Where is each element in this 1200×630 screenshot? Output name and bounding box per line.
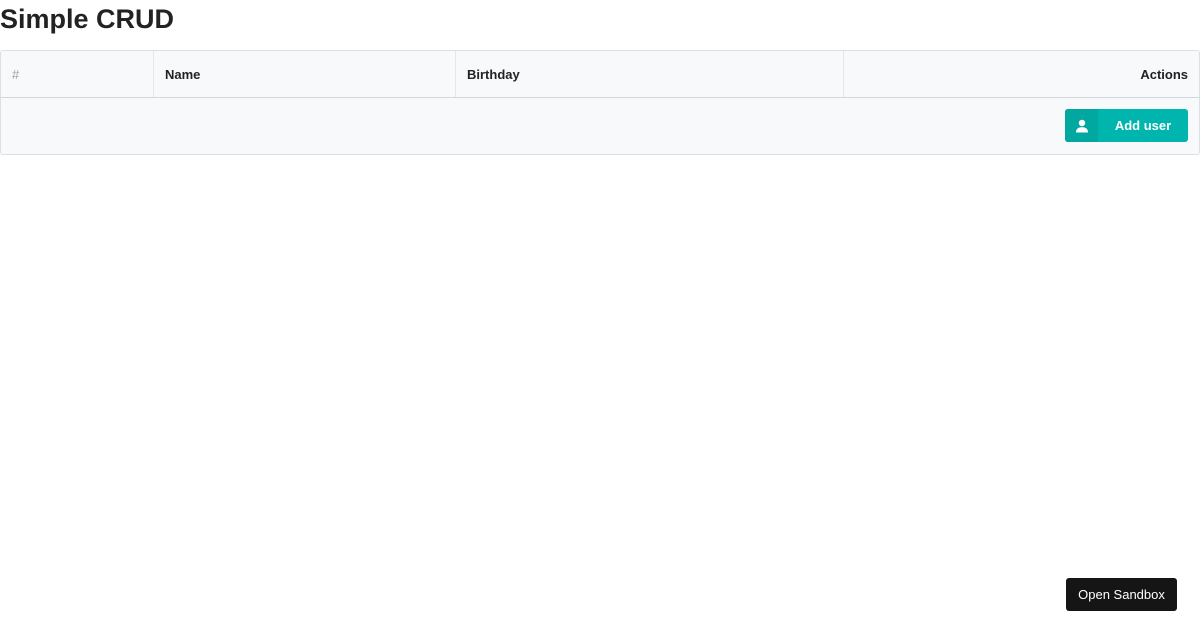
column-header-name[interactable]: Name xyxy=(153,51,456,98)
table-header-row: # Name Birthday Actions xyxy=(1,51,1199,98)
column-header-actions: Actions xyxy=(843,51,1199,98)
page: Simple CRUD # Name Birthday Actions Add … xyxy=(0,0,1200,630)
column-header-number[interactable]: # xyxy=(1,51,154,98)
table-header: # Name Birthday Actions xyxy=(1,51,1199,98)
open-sandbox-button[interactable]: Open Sandbox xyxy=(1066,578,1177,611)
users-table: # Name Birthday Actions Add user xyxy=(0,50,1200,155)
users-table-grid: # Name Birthday Actions xyxy=(1,51,1199,98)
add-user-button-label: Add user xyxy=(1114,118,1172,133)
user-icon-glyph xyxy=(1075,119,1088,132)
add-user-button[interactable]: Add user xyxy=(1065,109,1188,142)
table-footer: Add user xyxy=(1,98,1199,154)
user-icon xyxy=(1065,109,1098,142)
page-title: Simple CRUD xyxy=(0,4,175,34)
column-header-birthday[interactable]: Birthday xyxy=(455,51,844,98)
